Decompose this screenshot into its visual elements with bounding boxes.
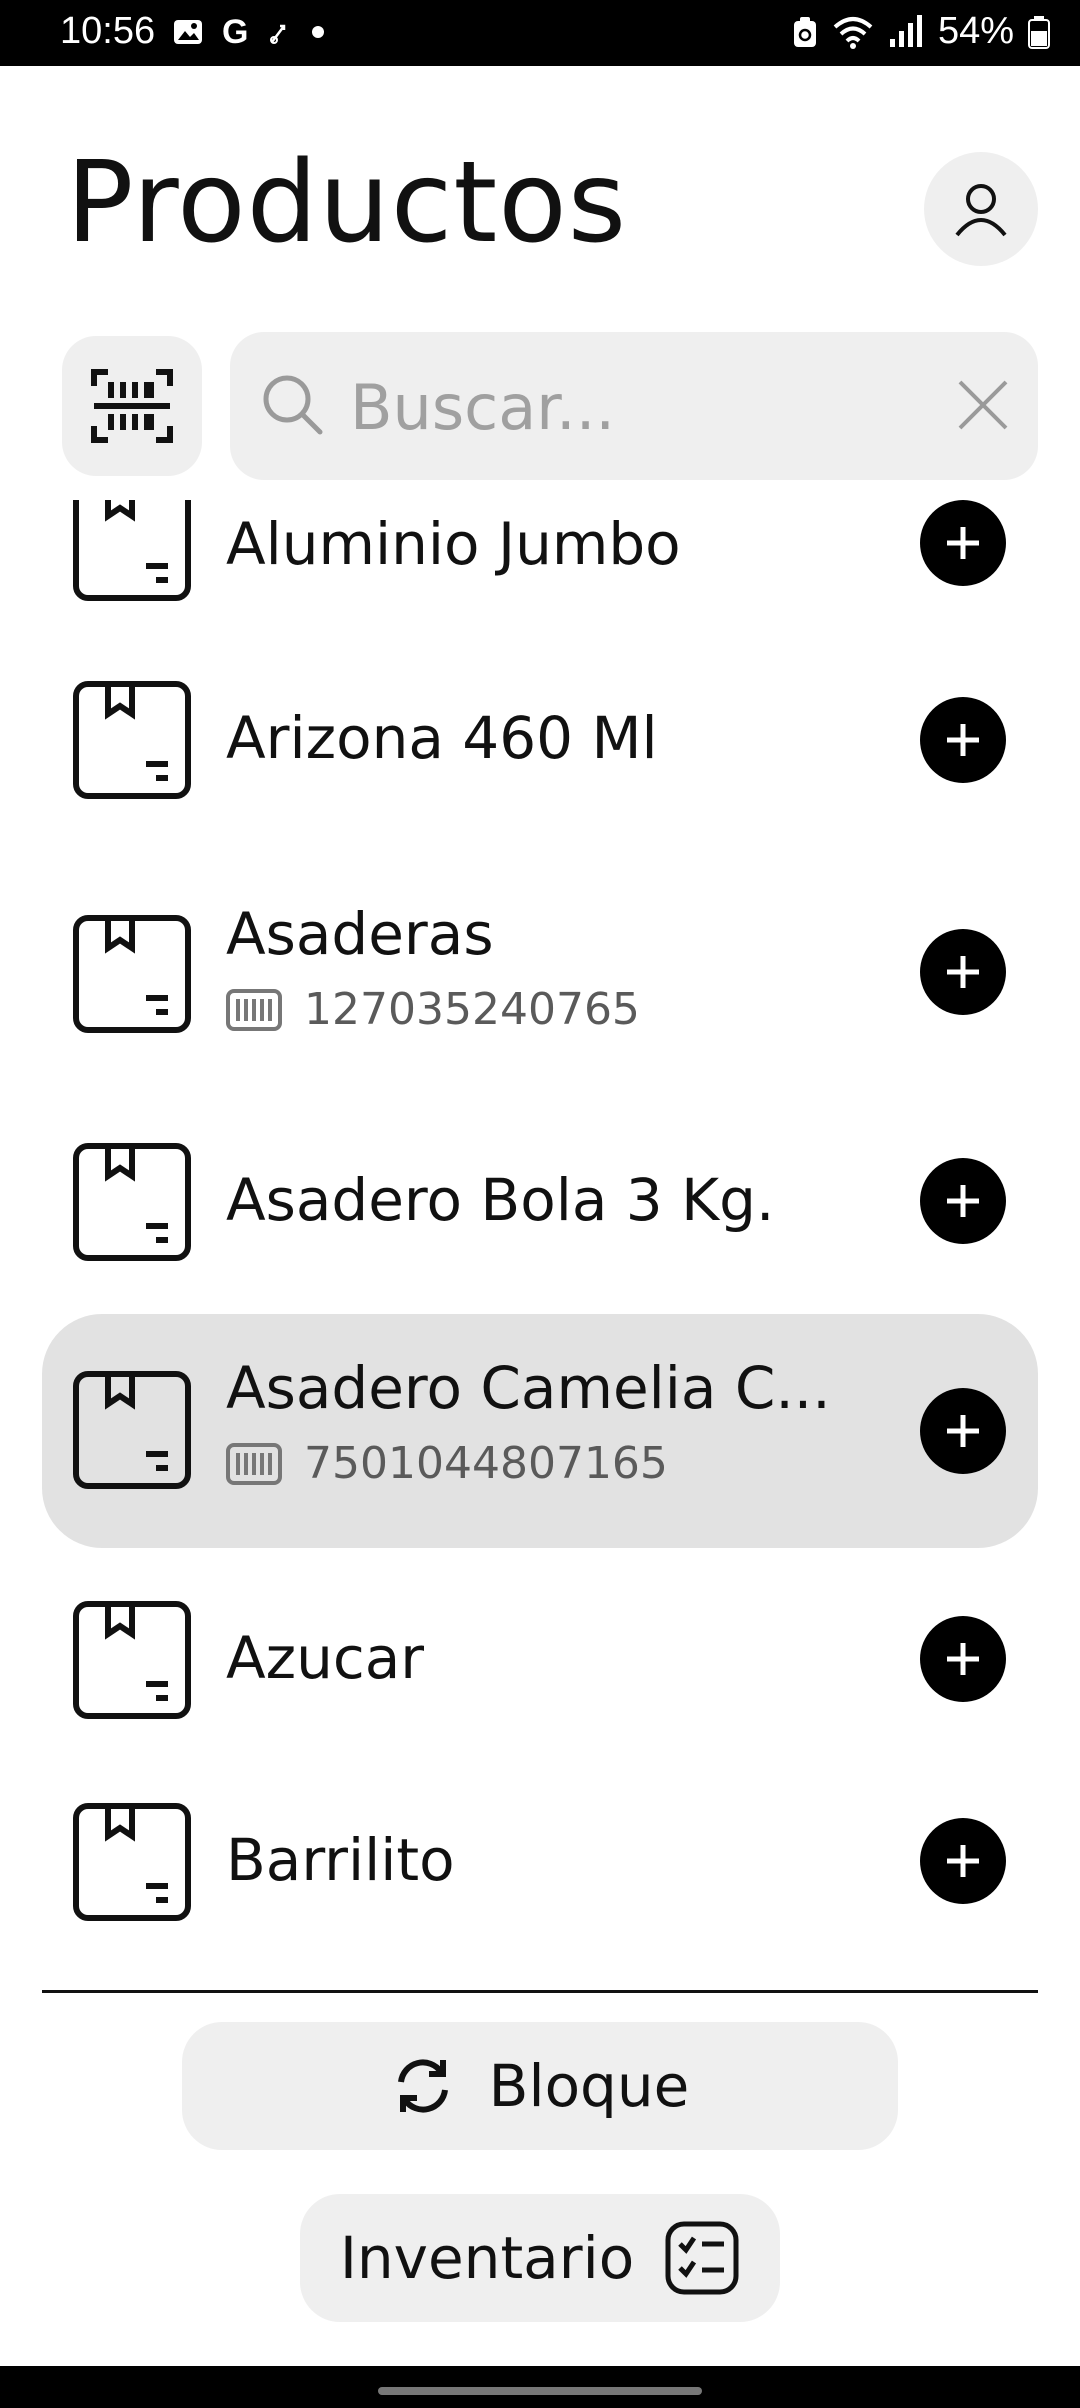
product-name: Aluminio Jumbo [226,510,681,578]
product-barcode: 7501044807165 [226,1438,668,1489]
product-row[interactable]: Asadero Bola 3 Kg. [42,1120,1038,1280]
profile-button[interactable] [924,152,1038,266]
add-product-button[interactable] [920,929,1006,1015]
home-gesture-handle[interactable] [378,2387,702,2395]
add-product-button[interactable] [920,1388,1006,1474]
product-name: Asaderas [226,900,494,968]
product-name: Asadero Camelia C... [226,1354,831,1422]
google-icon: G [222,13,249,51]
package-icon [73,1803,191,1921]
package-icon [73,1371,191,1489]
add-product-button[interactable] [920,697,1006,783]
product-row[interactable]: Arizona 460 Ml [42,660,1038,820]
package-icon [73,681,191,799]
add-product-button[interactable] [920,1818,1006,1904]
barcode-value: 127035240765 [304,984,640,1035]
barcode-icon [226,1442,282,1485]
barcode-scan-icon [91,369,173,443]
signal-icon [889,14,922,47]
inventario-label: Inventario [339,2224,635,2292]
product-barcode: 127035240765 [226,984,640,1035]
package-icon [73,1143,191,1261]
bloque-button[interactable]: Bloque [182,2022,898,2150]
product-row[interactable]: Barrilito [42,1782,1038,1942]
barcode-icon [226,988,282,1031]
plus-icon [947,724,979,756]
inventario-button[interactable]: Inventario [300,2194,780,2322]
product-name: Azucar [226,1624,425,1692]
plus-icon [947,1643,979,1675]
product-row[interactable]: Azucar [42,1578,1038,1738]
product-row-selected[interactable]: Asadero Camelia C... 7501044807165 [42,1314,1038,1548]
image-icon [174,20,202,44]
search-icon [263,375,323,435]
status-time: 10:56 [60,10,156,52]
plus-icon [947,1185,979,1217]
dot-icon [312,26,325,38]
bloque-label: Bloque [488,2052,690,2120]
add-product-button[interactable] [920,1158,1006,1244]
plus-icon [947,1415,979,1447]
status-bar: 10:56 G 54% [0,0,1080,66]
search-input[interactable] [348,362,912,452]
package-icon [73,1601,191,1719]
package-icon [73,915,191,1033]
barcode-scan-button[interactable] [62,336,202,476]
search-bar[interactable] [230,332,1038,480]
recycle-icon [793,16,816,47]
product-name: Arizona 460 Ml [226,704,658,772]
battery-percent: 54% [937,10,1014,52]
barcode-value: 7501044807165 [304,1438,668,1489]
add-product-button[interactable] [920,1616,1006,1702]
wifi-icon [833,16,873,49]
battery-icon [1028,15,1050,49]
plus-icon [947,1845,979,1877]
refresh-icon [397,2059,448,2113]
product-name: Asadero Bola 3 Kg. [226,1166,775,1234]
plus-icon [947,956,979,988]
page-title: Productos [66,138,628,268]
plus-icon [947,527,979,559]
checklist-icon [665,2221,739,2295]
status-left-icons: G [172,12,328,52]
accessibility-icon [270,24,286,44]
product-list[interactable]: Aluminio Jumbo Arizona 460 Ml Asaderas 1… [0,500,1080,1990]
product-name: Barrilito [226,1826,455,1894]
status-right-icons: 54% [792,10,1050,53]
user-icon [955,184,1007,237]
clear-search-icon[interactable] [956,378,1010,432]
add-product-button[interactable] [920,500,1006,586]
product-row[interactable]: Aluminio Jumbo [42,500,1038,620]
product-row[interactable]: Asaderas 127035240765 [42,880,1038,1090]
package-icon [73,500,191,601]
divider [42,1990,1038,1993]
